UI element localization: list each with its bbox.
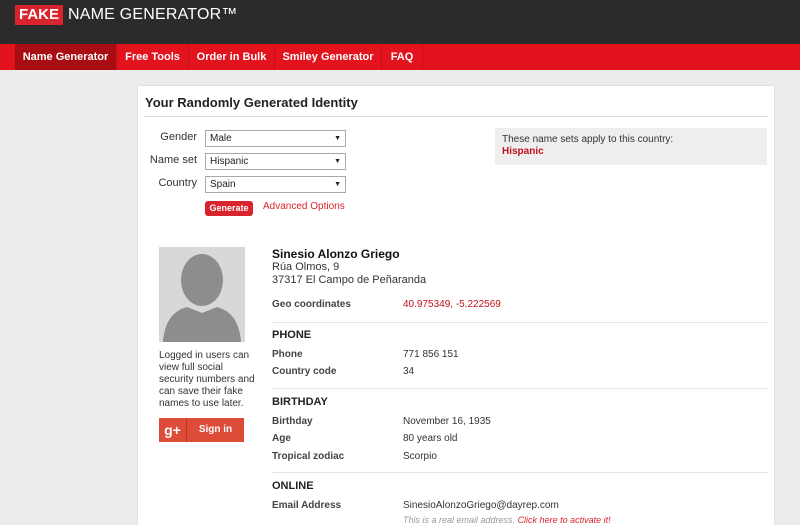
gender-select-value: Male (210, 133, 232, 144)
identity-name: Sinesio Alonzo Griego (272, 247, 400, 261)
gender-label: Gender (160, 131, 197, 143)
section-divider (272, 322, 768, 323)
person-silhouette-icon (159, 247, 245, 342)
phone-heading: PHONE (272, 329, 312, 341)
age-value: 80 years old (403, 433, 458, 444)
gender-select[interactable]: Male ▼ (205, 130, 346, 147)
login-note: Logged in users can view full social sec… (159, 350, 255, 409)
nav-order-in-bulk[interactable]: Order in Bulk (189, 44, 275, 70)
email-value: SinesioAlonzoGriego@dayrep.com (403, 500, 559, 511)
online-heading: ONLINE (272, 480, 314, 492)
section-divider (272, 388, 768, 389)
birthday-label: Birthday (272, 416, 313, 427)
google-plus-icon: g+ (159, 418, 187, 442)
nav-faq[interactable]: FAQ (382, 44, 423, 70)
birthday-heading: BIRTHDAY (272, 396, 328, 408)
address-line-1: Rúa Olmos, 9 (272, 261, 340, 273)
address-line-2: 37317 El Campo de Peñaranda (272, 274, 427, 286)
chevron-down-icon: ▼ (334, 135, 341, 142)
zodiac-label: Tropical zodiac (272, 451, 345, 462)
name-set-label: Name set (149, 154, 197, 166)
geo-label: Geo coordinates (272, 299, 351, 310)
age-label: Age (272, 433, 291, 444)
name-set-select-value: Hispanic (210, 156, 249, 167)
email-note-text: This is a real email address. (403, 515, 516, 525)
identity-card: Your Randomly Generated Identity Gender … (137, 85, 775, 525)
info-text: These name sets apply to this country: (502, 134, 674, 145)
name-set-select[interactable]: Hispanic ▼ (205, 153, 346, 170)
title-divider (144, 116, 768, 117)
nav-smiley-generator[interactable]: Smiley Generator (275, 44, 382, 70)
country-code-value: 34 (403, 366, 415, 377)
avatar (159, 247, 245, 342)
nav-free-tools[interactable]: Free Tools (117, 44, 189, 70)
chevron-down-icon: ▼ (334, 158, 341, 165)
country-select[interactable]: Spain ▼ (205, 176, 346, 193)
phone-value: 771 856 151 (403, 349, 459, 360)
main-nav: Name Generator Free Tools Order in Bulk … (0, 44, 800, 70)
site-logo[interactable]: FAKE NAME GENERATOR™ (15, 5, 238, 25)
country-info-box: These name sets apply to this country: H… (495, 128, 767, 165)
geo-value[interactable]: 40.975349, -5.222569 (403, 299, 501, 310)
section-divider (272, 472, 768, 473)
activate-email-link[interactable]: Click here to activate it! (518, 515, 611, 525)
email-label: Email Address (272, 500, 342, 511)
logo-fake-text: FAKE (15, 5, 64, 25)
zodiac-value: Scorpio (403, 451, 437, 462)
google-signin-button[interactable]: g+ Sign in (159, 418, 244, 442)
page-title: Your Randomly Generated Identity (145, 95, 358, 110)
nav-name-generator[interactable]: Name Generator (15, 44, 117, 70)
email-note: This is a real email address. Click here… (403, 515, 611, 525)
logo-title-text: NAME GENERATOR™ (68, 6, 238, 23)
country-select-value: Spain (210, 179, 236, 190)
country-label: Country (158, 177, 197, 189)
advanced-options-link[interactable]: Advanced Options (263, 201, 345, 212)
generate-button[interactable]: Generate (205, 201, 253, 216)
phone-label: Phone (272, 349, 303, 360)
top-header: FAKE NAME GENERATOR™ (0, 0, 800, 44)
country-code-label: Country code (272, 366, 337, 377)
info-country: Hispanic (502, 146, 544, 157)
birthday-value: November 16, 1935 (403, 416, 491, 427)
chevron-down-icon: ▼ (334, 181, 341, 188)
signin-label: Sign in (198, 424, 233, 435)
